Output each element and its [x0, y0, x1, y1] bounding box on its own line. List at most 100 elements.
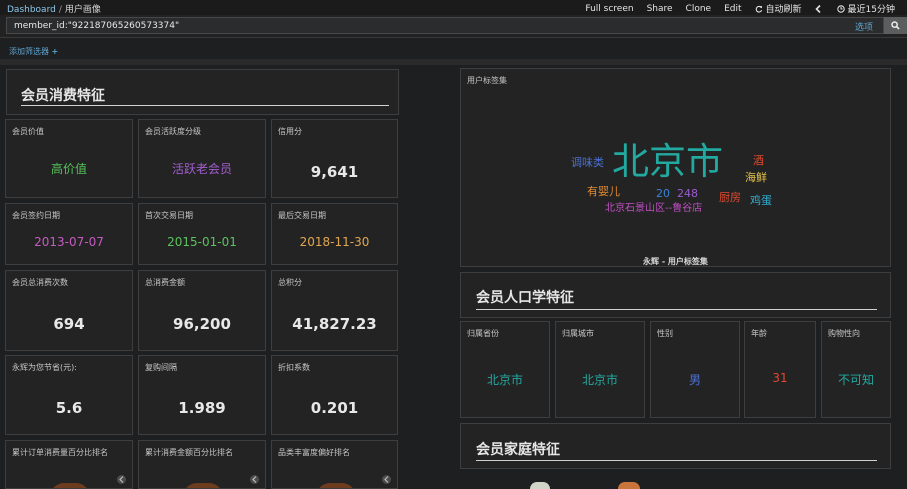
metric-last-trade-date: 最后交易日期 2018-11-30 [271, 203, 398, 265]
breadcrumb-separator: / [58, 5, 62, 15]
tag-word[interactable]: 北京石景山区--鲁谷店 [605, 204, 702, 214]
scroll-left-button[interactable] [250, 475, 259, 484]
tag-word[interactable]: 20 [656, 188, 670, 199]
metric-title: 折扣系数 [278, 363, 310, 372]
metric-value: 5.6 [55, 399, 83, 417]
metric-value: 北京市 [486, 373, 523, 387]
metric-first-trade-date: 首次交易日期 2015-01-01 [138, 203, 266, 265]
search-button[interactable] [884, 17, 907, 34]
metric-value: 不可知 [837, 373, 874, 387]
rank-gauge [183, 483, 223, 488]
metric-value: 2018-11-30 [299, 235, 370, 249]
tag-word[interactable]: 鸡蛋 [750, 195, 772, 206]
metric-member-value: 会员价值 高价值 [5, 119, 133, 198]
metric-order-count-rank: 累计订单消费量百分比排名 [5, 440, 133, 489]
scroll-left-button[interactable] [382, 475, 391, 484]
rank-gauge [50, 483, 90, 488]
metric-value: 活跃老会员 [171, 162, 232, 176]
tag-word[interactable]: 248 [677, 188, 698, 199]
tag-word[interactable]: 北京市 [612, 143, 723, 180]
metric-value: 0.201 [310, 399, 359, 417]
metric-title: 信用分 [278, 127, 302, 136]
heading-underline [21, 105, 389, 106]
family-illustration-right [618, 482, 640, 489]
metric-value: 2013-07-07 [34, 235, 104, 249]
family-heading: 会员家庭特征 [476, 442, 560, 458]
scroll-left-button[interactable] [117, 475, 126, 484]
refresh-icon [755, 5, 762, 13]
demo-gender: 性别 男 [650, 321, 740, 418]
clock-icon [836, 4, 845, 13]
full-screen-button[interactable]: Full screen [585, 2, 633, 15]
metric-value: 96,200 [173, 315, 231, 333]
auto-refresh-label: 自动刷新 [765, 5, 802, 15]
tag-cloud-title: 用户标签集 [467, 76, 507, 85]
metric-value: 9,641 [310, 163, 359, 181]
metric-category-rank: 品类丰富度偏好排名 [271, 440, 398, 489]
demographics-heading: 会员人口学特征 [476, 290, 574, 306]
family-heading-panel: 会员家庭特征 [460, 423, 891, 469]
metric-title: 会员签约日期 [12, 211, 60, 220]
breadcrumb-current: 用户画像 [64, 5, 101, 15]
rank-gauge [316, 483, 356, 488]
metric-title: 累计消费金额百分比排名 [145, 448, 233, 457]
time-picker-button[interactable]: 最近15分钟 [836, 2, 895, 15]
time-range-label: 最近15分钟 [847, 5, 895, 15]
breadcrumb-dashboard-link[interactable]: Dashboard [7, 5, 56, 15]
demo-shopping-orientation: 购物性向 不可知 [821, 321, 891, 418]
metric-value: 高价值 [50, 162, 87, 176]
metric-discount-factor: 折扣系数 0.201 [271, 355, 398, 435]
search-box: 选项 [6, 17, 884, 34]
edit-button[interactable]: Edit [724, 2, 741, 15]
demo-age: 年龄 31 [744, 321, 816, 418]
clone-button[interactable]: Clone [686, 2, 712, 15]
metric-title: 首次交易日期 [145, 211, 193, 220]
metric-title: 会员价值 [12, 127, 44, 136]
metric-title: 会员活跃度分级 [145, 127, 201, 136]
metric-total-amount: 总消费金额 96,200 [138, 270, 266, 351]
metric-activity-level: 会员活跃度分级 活跃老会员 [138, 119, 266, 198]
breadcrumb: Dashboard / 用户画像 [7, 2, 101, 15]
tag-word[interactable]: 厨房 [719, 192, 741, 203]
top-nav: Dashboard / 用户画像 Full screen Share Clone E… [0, 0, 907, 15]
metric-savings: 永辉为您节省(元): 5.6 [5, 355, 133, 435]
metric-title: 累计订单消费量百分比排名 [12, 448, 108, 457]
plus-icon: + [51, 47, 59, 56]
filter-bar-separator [0, 59, 907, 65]
share-button[interactable]: Share [647, 2, 673, 15]
tag-cloud-caption: 永辉 - 用户标签集 [643, 257, 708, 266]
tag-word[interactable]: 调味类 [571, 157, 604, 168]
metric-title: 总积分 [278, 278, 302, 287]
metric-title: 归属省份 [467, 329, 499, 338]
chevron-left-icon [252, 476, 257, 483]
search-icon [891, 21, 900, 30]
chevron-left-icon [814, 4, 821, 13]
tag-word[interactable]: 酒 [753, 155, 764, 166]
header-divider [0, 37, 907, 38]
demographics-heading-panel: 会员人口学特征 [460, 272, 891, 318]
metric-value: 男 [688, 373, 701, 387]
metric-title: 最后交易日期 [278, 211, 326, 220]
search-options-link[interactable]: 选项 [855, 20, 873, 33]
tag-word[interactable]: 海鲜 [745, 172, 767, 183]
metric-value: 1.989 [178, 399, 226, 417]
metric-title: 永辉为您节省(元): [12, 363, 77, 372]
metric-value: 31 [772, 371, 788, 385]
metric-title: 归属城市 [562, 329, 594, 338]
heading-underline [476, 309, 877, 310]
metric-title: 品类丰富度偏好排名 [278, 448, 350, 457]
auto-refresh-button[interactable]: 自动刷新 [755, 2, 802, 15]
add-filter-link[interactable]: 添加筛选器 + [9, 46, 58, 57]
metric-title: 年龄 [751, 329, 767, 338]
consumption-heading: 会员消费特征 [21, 88, 105, 104]
chevron-left-icon [119, 476, 124, 483]
time-back-button[interactable] [814, 2, 824, 15]
tag-word[interactable]: 有婴儿 [587, 186, 620, 197]
metric-value: 北京市 [581, 373, 618, 387]
metric-title: 性别 [657, 329, 673, 338]
search-bar: 选项 [0, 15, 907, 37]
metric-signup-date: 会员签约日期 2013-07-07 [5, 203, 133, 265]
metric-total-points: 总积分 41,827.23 [271, 270, 398, 351]
search-input[interactable] [7, 18, 847, 33]
heading-underline [476, 460, 877, 461]
